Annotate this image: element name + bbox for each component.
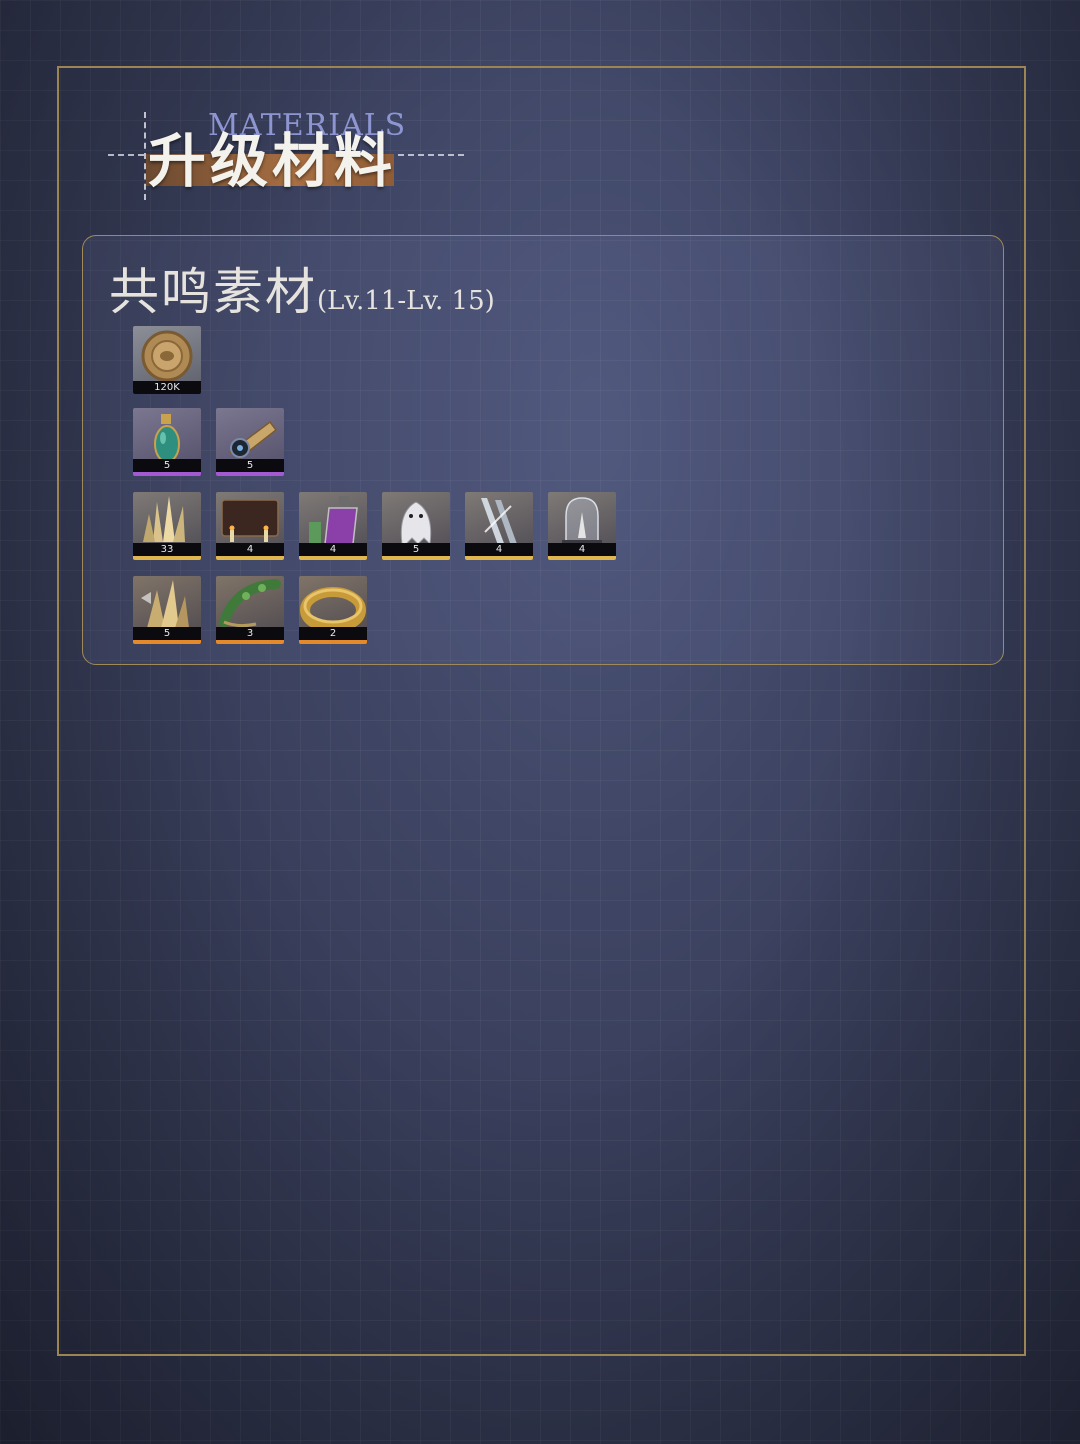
item-count: 4	[299, 543, 367, 556]
item-slot[interactable]: 4	[216, 492, 284, 560]
item-slot[interactable]: 3	[216, 576, 284, 644]
item-count: 5	[133, 459, 201, 472]
panel-level-range: (Lv.11-Lv. 15)	[317, 286, 495, 316]
item-count: 33	[133, 543, 201, 556]
item-count: 4	[465, 543, 533, 556]
page-header: MATERIALS 升级材料	[108, 108, 468, 200]
item-count: 4	[548, 543, 616, 556]
item-count: 4	[216, 543, 284, 556]
item-count: 2	[299, 627, 367, 640]
item-count: 3	[216, 627, 284, 640]
item-slot[interactable]: 5	[382, 492, 450, 560]
materials-panel: 共鸣素材(Lv.11-Lv. 15) 120K 5 5 33 4 4 5 4 4…	[82, 235, 1004, 665]
item-slot[interactable]: 5	[133, 408, 201, 476]
item-slot[interactable]: 120K	[133, 326, 201, 394]
item-slot[interactable]: 5	[133, 576, 201, 644]
item-slot[interactable]: 4	[548, 492, 616, 560]
item-slot[interactable]: 2	[299, 576, 367, 644]
item-slot[interactable]: 5	[216, 408, 284, 476]
item-count: 5	[382, 543, 450, 556]
item-count: 120K	[133, 381, 201, 394]
item-slot[interactable]: 33	[133, 492, 201, 560]
item-count: 5	[216, 459, 284, 472]
panel-title: 共鸣素材(Lv.11-Lv. 15)	[109, 252, 495, 324]
item-slot[interactable]: 4	[465, 492, 533, 560]
page-title: 升级材料	[148, 127, 397, 195]
item-slot[interactable]: 4	[299, 492, 367, 560]
item-count: 5	[133, 627, 201, 640]
panel-title-label: 共鸣素材	[109, 263, 317, 321]
